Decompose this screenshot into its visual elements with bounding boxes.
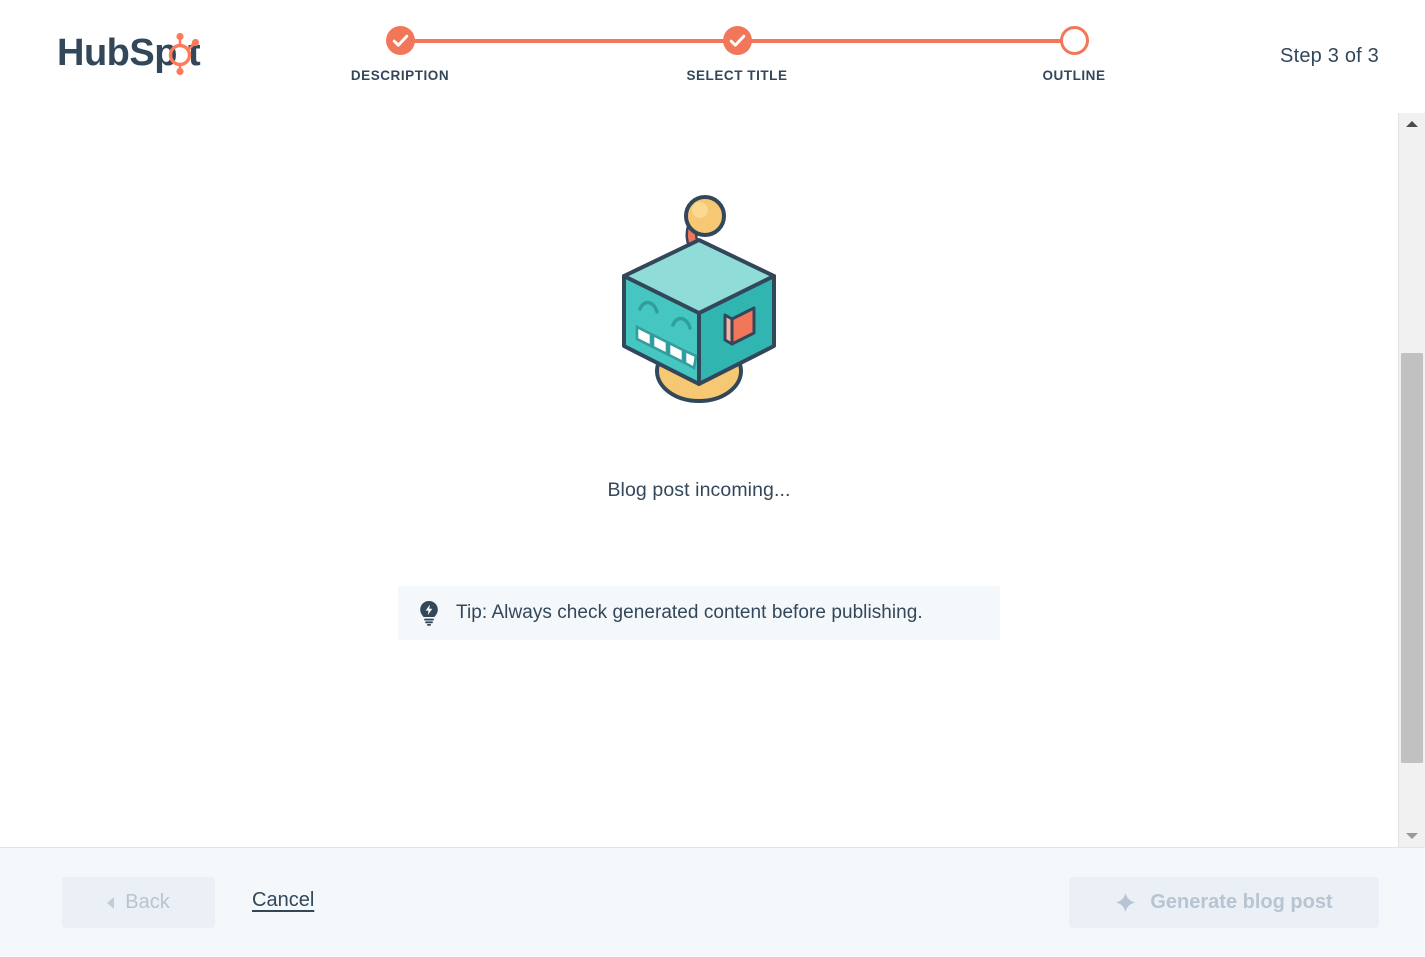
wizard-footer: Back Cancel Generate blog post xyxy=(0,847,1425,957)
scroll-up-arrow-icon[interactable] xyxy=(1399,113,1425,135)
step-2-label: SELECT TITLE xyxy=(686,68,788,83)
wizard-stepper: DESCRIPTION SELECT TITLE OUTLINE xyxy=(338,22,1113,94)
robot-cube-illustration xyxy=(599,188,799,408)
step-select-title[interactable]: SELECT TITLE xyxy=(675,22,799,83)
step-outline[interactable]: OUTLINE xyxy=(1012,22,1136,83)
cancel-link[interactable]: Cancel xyxy=(252,889,314,912)
status-text: Blog post incoming... xyxy=(607,479,791,501)
scroll-down-arrow-icon[interactable] xyxy=(1399,825,1425,847)
step-1-indicator xyxy=(385,26,415,55)
step-1-label: DESCRIPTION xyxy=(350,68,450,83)
blog-post-wizard: HubSp t DESCRIPTION SELECT TITLE OUTLINE… xyxy=(0,0,1425,957)
tip-banner: Tip: Always check generated content befo… xyxy=(398,586,1000,640)
lightbulb-icon xyxy=(418,599,440,627)
step-3-label: OUTLINE xyxy=(1042,68,1106,83)
back-button-label: Back xyxy=(125,891,170,913)
chevron-left-icon xyxy=(107,896,115,909)
sparkle-icon xyxy=(1116,892,1136,913)
check-icon xyxy=(729,34,745,47)
back-button[interactable]: Back xyxy=(62,877,215,928)
step-description[interactable]: DESCRIPTION xyxy=(338,22,462,83)
step-counter: Step 3 of 3 xyxy=(1280,45,1379,67)
tip-text: Tip: Always check generated content befo… xyxy=(456,602,923,623)
check-icon xyxy=(392,34,408,47)
vertical-scrollbar[interactable] xyxy=(1398,113,1425,847)
step-2-indicator xyxy=(722,26,752,55)
wizard-header: HubSp t DESCRIPTION SELECT TITLE OUTLINE… xyxy=(0,0,1425,113)
wizard-content: Blog post incoming... Tip: Always check … xyxy=(0,113,1425,847)
svg-text:HubSp: HubSp xyxy=(57,32,177,74)
generate-button-label: Generate blog post xyxy=(1150,891,1333,913)
content-column: Blog post incoming... Tip: Always check … xyxy=(0,113,1398,847)
hubspot-logo: HubSp t xyxy=(57,30,217,80)
scrollbar-thumb[interactable] xyxy=(1401,353,1423,763)
generate-blog-post-button[interactable]: Generate blog post xyxy=(1069,877,1379,928)
step-3-indicator xyxy=(1059,26,1089,55)
